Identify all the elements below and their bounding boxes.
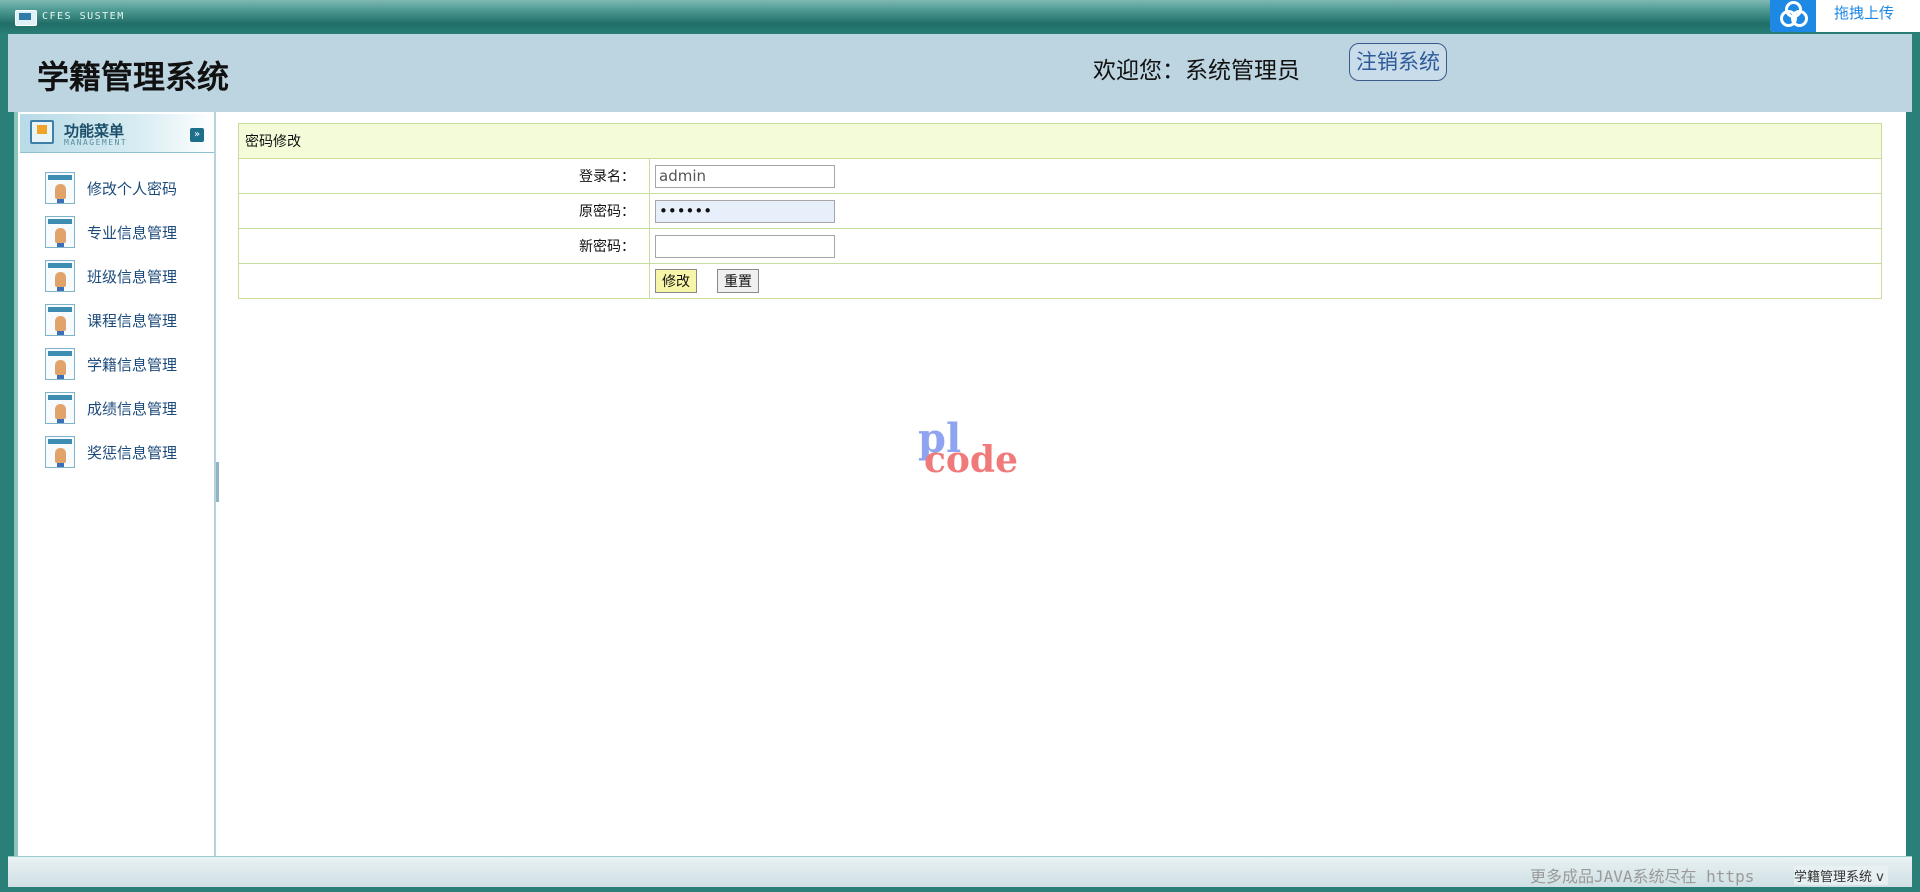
content-area: 密码修改 登录名： 原密码： 新密码： 修改重置 (238, 123, 1882, 299)
sidebar-item-grade-management[interactable]: 成绩信息管理 (18, 390, 214, 434)
welcome-message: 欢迎您：系统管理员 (1093, 58, 1300, 84)
old-password-field[interactable] (655, 199, 835, 223)
sidebar-item-label[interactable]: 专业信息管理 (87, 222, 177, 243)
user-card-icon (45, 348, 75, 380)
login-name-label: 登录名： (238, 158, 650, 194)
user-card-icon (45, 260, 75, 292)
sidebar-splitter-handle[interactable] (216, 462, 219, 502)
drag-upload-widget[interactable]: 拖拽上传 (1770, 0, 1920, 32)
old-password-label: 原密码： (238, 193, 650, 229)
user-card-icon (45, 216, 75, 248)
cloud-upload-icon (1770, 0, 1816, 32)
sidebar-item-label[interactable]: 修改个人密码 (87, 178, 177, 199)
sidebar-item-label[interactable]: 成绩信息管理 (87, 398, 177, 419)
reset-button[interactable]: 重置 (717, 269, 759, 293)
sidebar-item-major-management[interactable]: 专业信息管理 (18, 214, 214, 258)
sidebar-item-change-password[interactable]: 修改个人密码 (18, 170, 214, 214)
app-header: 学籍管理系统 欢迎您：系统管理员 注销系统 (8, 34, 1912, 112)
menu-list: 修改个人密码 专业信息管理 班级信息管理 课程信息管理 学籍信息管理 成绩信息管… (18, 170, 214, 478)
login-name-field[interactable] (655, 164, 835, 188)
page-title: 学籍管理系统 (37, 58, 230, 96)
new-password-field[interactable] (655, 234, 835, 258)
footer-bar: 更多成品JAVA系统尽在 https 学籍管理系统 v (8, 856, 1912, 887)
footer-system-name: 学籍管理系统 v (1794, 866, 1888, 885)
menu-header: 功能菜单 MANAGEMENT » (20, 114, 214, 153)
new-password-label: 新密码： (238, 228, 650, 264)
watermark-line2: code (924, 439, 1019, 481)
menu-box-icon (30, 120, 54, 144)
collapse-chevron-icon[interactable]: » (190, 128, 204, 142)
user-card-icon (45, 392, 75, 424)
sidebar-item-reward-management[interactable]: 奖惩信息管理 (18, 434, 214, 478)
window-title-bar: CFES SUSTEM (0, 0, 1920, 34)
sidebar-item-label[interactable]: 班级信息管理 (87, 266, 177, 287)
user-card-icon (45, 172, 75, 204)
sidebar-item-course-management[interactable]: 课程信息管理 (18, 302, 214, 346)
window-title: CFES SUSTEM (42, 11, 125, 22)
sidebar-item-label[interactable]: 奖惩信息管理 (87, 442, 177, 463)
sidebar: 功能菜单 MANAGEMENT » 修改个人密码 专业信息管理 班级信息管理 课… (18, 112, 216, 856)
user-card-icon (45, 304, 75, 336)
password-form: 密码修改 登录名： 原密码： 新密码： 修改重置 (238, 123, 1882, 299)
actions-spacer (238, 263, 650, 299)
sidebar-item-status-management[interactable]: 学籍信息管理 (18, 346, 214, 390)
form-section-title: 密码修改 (238, 123, 1882, 159)
computer-icon (15, 10, 37, 26)
logout-button[interactable]: 注销系统 (1349, 43, 1447, 81)
sidebar-item-class-management[interactable]: 班级信息管理 (18, 258, 214, 302)
footer-promo-text: 更多成品JAVA系统尽在 https (1530, 867, 1755, 886)
submit-button[interactable]: 修改 (655, 269, 697, 293)
drag-upload-label[interactable]: 拖拽上传 (1834, 2, 1894, 23)
sidebar-item-label[interactable]: 学籍信息管理 (87, 354, 177, 375)
sidebar-item-label[interactable]: 课程信息管理 (87, 310, 177, 331)
menu-subtitle: MANAGEMENT (64, 138, 128, 147)
user-card-icon (45, 436, 75, 468)
